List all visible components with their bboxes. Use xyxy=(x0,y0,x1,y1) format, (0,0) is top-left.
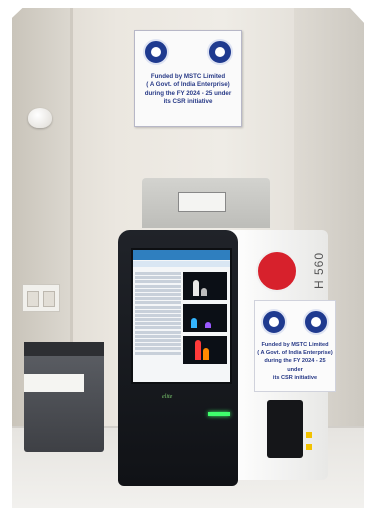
table-row xyxy=(135,297,181,301)
table-row xyxy=(135,326,181,330)
table-row xyxy=(135,322,181,326)
panel-line: during the FY 2024 - 25 under xyxy=(264,358,326,373)
panel-text: Funded by MSTC Limited ( A Govt. of Indi… xyxy=(257,341,333,382)
status-led xyxy=(208,412,230,416)
table-row xyxy=(135,334,181,338)
model-label: H 560 xyxy=(312,252,326,290)
table-row xyxy=(135,309,181,313)
table-row xyxy=(135,347,181,351)
screen-header xyxy=(133,250,230,260)
sign-line: Funded by MSTC Limited xyxy=(150,73,226,80)
panel-line: its CSR initiative xyxy=(272,374,318,381)
sign-line: its CSR initiative xyxy=(163,98,213,106)
table-row xyxy=(135,305,181,309)
photo-frame: Funded by MSTC Limited ( A Govt. of Indi… xyxy=(12,8,364,508)
wall-socket xyxy=(22,284,60,312)
mstc-logo-right-icon xyxy=(303,309,329,335)
table-row xyxy=(135,280,181,284)
side-printer xyxy=(24,342,104,452)
panel-line: ( A Govt. of India Enterprise) xyxy=(257,350,333,357)
side-printer-tray xyxy=(24,374,84,392)
scatter-cluster xyxy=(205,322,211,328)
warning-sticker-icon xyxy=(306,444,312,450)
table-row xyxy=(135,313,181,317)
sign-text: Funded by MSTC Limited ( A Govt. of Indi… xyxy=(139,73,237,107)
table-row xyxy=(135,343,181,347)
analyzer-screen[interactable] xyxy=(131,248,232,384)
panel-line: Funded by MSTC Limited xyxy=(261,342,329,348)
table-row xyxy=(135,288,181,292)
mstc-logo-right-icon xyxy=(207,39,233,65)
red-badge xyxy=(254,246,302,300)
sample-probe-bay[interactable] xyxy=(267,400,303,458)
table-row xyxy=(135,339,181,342)
brand-logo: elite xyxy=(162,394,173,400)
scatter-cluster xyxy=(191,318,197,328)
sign-line: ( A Govt. of India Enterprise) xyxy=(146,81,230,89)
results-table xyxy=(135,272,181,356)
table-row xyxy=(135,318,181,322)
histogram-peak xyxy=(203,348,209,360)
histogram-peak xyxy=(193,280,199,296)
table-row xyxy=(135,330,181,334)
table-row xyxy=(135,351,181,355)
warning-sticker-icon xyxy=(306,432,312,438)
histogram-plot xyxy=(183,272,227,300)
screen-toolbar xyxy=(133,261,230,267)
sign-line: during the FY 2024 - 25 under xyxy=(144,89,232,97)
table-row xyxy=(135,301,181,305)
histogram-peak xyxy=(201,288,207,296)
histogram-peak xyxy=(195,340,201,360)
badge-circle xyxy=(256,250,298,292)
label-printer xyxy=(142,178,270,228)
wall-bell xyxy=(28,108,52,128)
table-row xyxy=(135,276,181,280)
table-row xyxy=(135,292,181,296)
mstc-logo-left-icon xyxy=(143,39,169,65)
printer-sticker xyxy=(178,192,226,212)
histogram-plot xyxy=(183,336,227,364)
side-printer-top xyxy=(24,342,104,356)
mstc-logo-left-icon xyxy=(261,309,287,335)
funding-sign: Funded by MSTC Limited ( A Govt. of Indi… xyxy=(134,30,242,127)
table-row xyxy=(135,272,181,275)
funding-panel: Funded by MSTC Limited ( A Govt. of Indi… xyxy=(254,300,336,392)
scatter-plot xyxy=(183,304,227,332)
table-row xyxy=(135,284,181,288)
